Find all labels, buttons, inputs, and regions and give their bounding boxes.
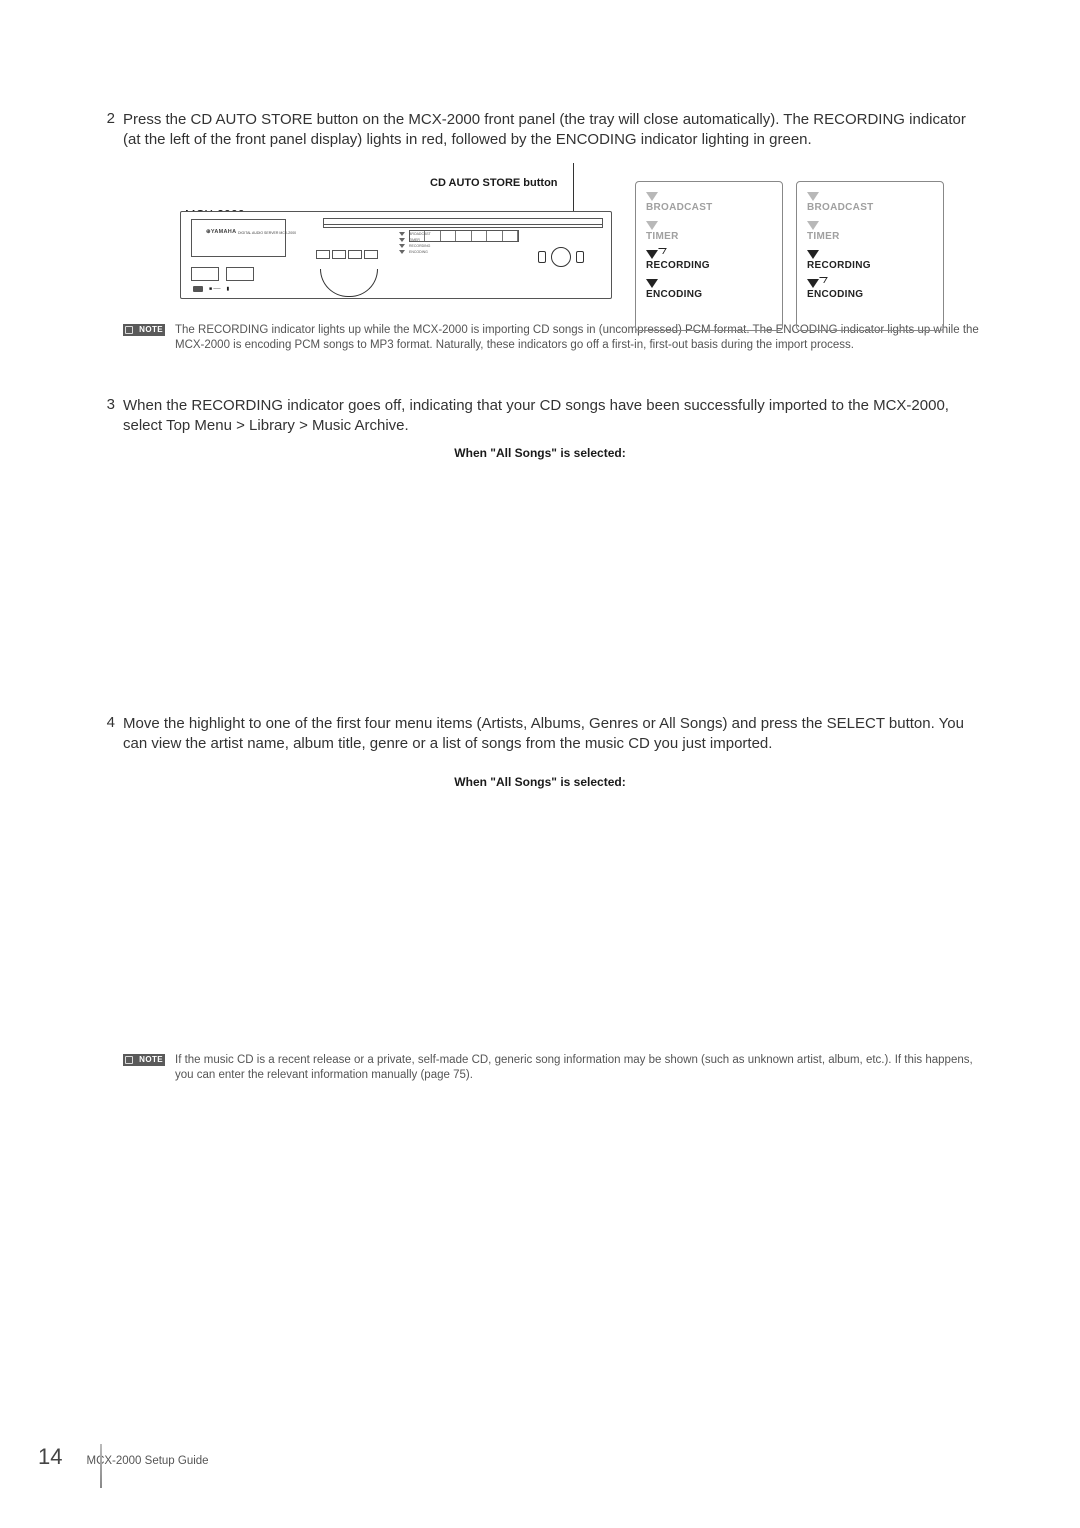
note-text: If the music CD is a recent release or a…	[175, 1053, 993, 1084]
step-4: 4 Move the highlight to one of the first…	[95, 714, 985, 755]
footer-title: MCX-2000 Setup Guide	[86, 1455, 208, 1467]
page-footer: 14 MCX-2000 Setup Guide	[38, 1444, 209, 1470]
screenshot-placeholder-2	[95, 793, 985, 1043]
transport-buttons	[316, 250, 378, 259]
label-timer: TIMER	[807, 231, 933, 242]
step-number: 3	[95, 396, 115, 437]
front-button-1	[191, 267, 219, 281]
device-illustration: CD AUTO STORE button MCX-2000 ⊕YAMAHA DI…	[180, 181, 980, 301]
note-badge-icon: NOTE	[123, 324, 165, 336]
step-text: Press the CD AUTO STORE button on the MC…	[123, 110, 985, 151]
step-text: When the RECORDING indicator goes off, i…	[123, 396, 985, 437]
label-timer: TIMER	[646, 231, 772, 242]
step-3: 3 When the RECORDING indicator goes off,…	[95, 396, 985, 437]
device-outline: ⊕YAMAHA DIGITAL AUDIO SERVER MCX-2000 BR…	[180, 181, 616, 301]
front-button-2	[226, 267, 254, 281]
label-recording-on: RECORDING	[646, 260, 772, 271]
front-panel-misc: ■ ──▮	[193, 286, 229, 292]
screenshot-placeholder-1	[95, 464, 985, 684]
footer-rule	[100, 1444, 102, 1488]
brand-logo: ⊕YAMAHA	[206, 229, 236, 235]
page-content: 2 Press the CD AUTO STORE button on the …	[95, 110, 985, 1084]
jog-dial	[551, 247, 571, 267]
note-badge-icon: NOTE	[123, 1054, 165, 1066]
label-broadcast: BROADCAST	[646, 202, 772, 213]
brand-subtitle: DIGITAL AUDIO SERVER MCX-2000	[238, 231, 296, 235]
note-2: NOTE If the music CD is a recent release…	[123, 1053, 993, 1084]
cd-slot-lip	[323, 225, 603, 228]
label-encoding: ENCODING	[646, 289, 772, 300]
lcd-screen: ⊕YAMAHA DIGITAL AUDIO SERVER MCX-2000	[191, 219, 286, 257]
page-number: 14	[38, 1444, 62, 1470]
callout-pointer	[573, 163, 574, 215]
step-text: Move the highlight to one of the first f…	[123, 714, 985, 755]
label-broadcast: BROADCAST	[807, 202, 933, 213]
step-number: 4	[95, 714, 115, 755]
step-number: 2	[95, 110, 115, 151]
step-2: 2 Press the CD AUTO STORE button on the …	[95, 110, 985, 151]
indicator-panel-encoding: BROADCAST TIMER RECORDING ENCODING	[796, 181, 944, 331]
panel-mini-indicators: BROADCAST TIMER RECORDING ENCODING	[399, 232, 461, 256]
cd-slot	[323, 218, 603, 225]
caption-all-songs-2: When "All Songs" is selected:	[95, 775, 985, 789]
indicator-panel-recording: BROADCAST TIMER RECORDING ENCODING	[635, 181, 783, 331]
ir-sensor-icon	[193, 286, 203, 292]
label-encoding-on: ENCODING	[807, 289, 933, 300]
device-body: ⊕YAMAHA DIGITAL AUDIO SERVER MCX-2000 BR…	[180, 211, 612, 299]
label-recording: RECORDING	[807, 260, 933, 271]
caption-all-songs-1: When "All Songs" is selected:	[95, 446, 985, 460]
